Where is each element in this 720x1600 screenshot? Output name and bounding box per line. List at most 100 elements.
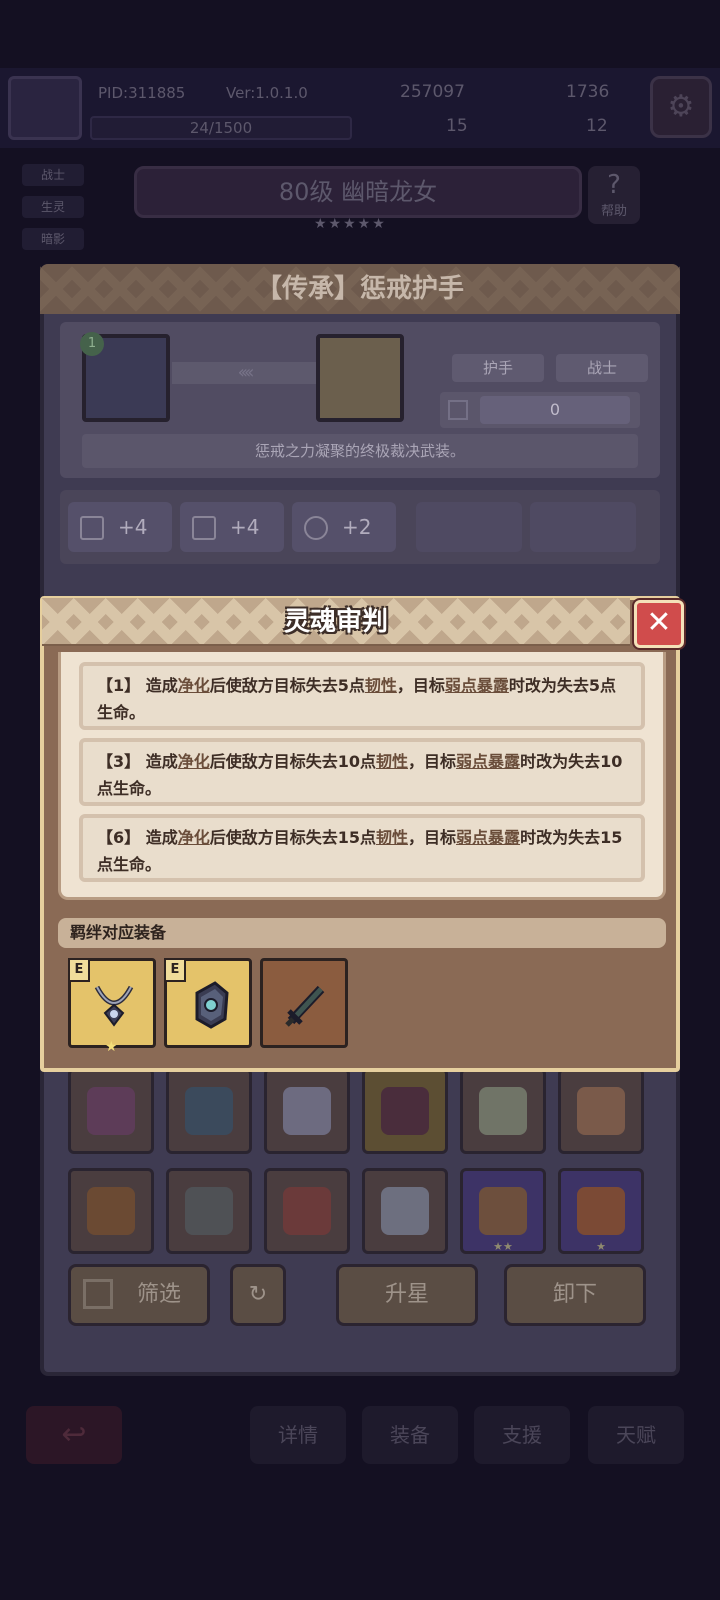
grid-icon bbox=[83, 1279, 113, 1309]
settings-gear-icon[interactable]: ⚙ bbox=[650, 76, 712, 138]
gauntlet-icon bbox=[87, 1087, 135, 1135]
player-avatar[interactable] bbox=[8, 76, 82, 140]
filter-button[interactable]: 筛选 bbox=[68, 1264, 210, 1326]
class-tag: 战士 bbox=[556, 354, 648, 382]
gauntlet-icon bbox=[479, 1187, 527, 1235]
box-icon bbox=[448, 400, 468, 420]
keyword-weakness[interactable]: 弱点暴露 bbox=[456, 828, 520, 847]
equipped-badge: E bbox=[68, 958, 90, 982]
keyword-toughness[interactable]: 韧性 bbox=[376, 752, 408, 771]
stat-book: +4 bbox=[180, 502, 284, 552]
panel-title: 【传承】惩戒护手 bbox=[255, 274, 464, 304]
keyword-purify[interactable]: 净化 bbox=[178, 676, 210, 695]
gauntlet-icon bbox=[381, 1087, 429, 1135]
item-star: ★ bbox=[105, 1039, 118, 1055]
gauntlet-icon bbox=[185, 1187, 233, 1235]
equipment-description: 惩戒之力凝聚的终极裁决武装。 bbox=[82, 434, 638, 468]
skill-text: 后使敌方目标失去15点 bbox=[209, 828, 377, 847]
exp-bar: 24/1500 bbox=[90, 116, 352, 140]
stat-empty-slot bbox=[416, 502, 522, 552]
nav-tab-details[interactable]: 详情 bbox=[250, 1406, 346, 1464]
currency-potion: 12 bbox=[586, 116, 608, 136]
side-tab-living[interactable]: 生灵 bbox=[22, 196, 84, 218]
version-label: Ver:1.0.1.0 bbox=[226, 84, 308, 102]
stat-value: +4 bbox=[118, 515, 148, 539]
skill-entry-1: 【1】 造成净化后使敌方目标失去5点韧性，目标弱点暴露时改为失去5点生命。 bbox=[79, 662, 645, 730]
unequip-label: 卸下 bbox=[552, 1282, 597, 1307]
gauntlet-icon bbox=[87, 1187, 135, 1235]
shield-icon bbox=[80, 516, 104, 540]
gear-slot-item[interactable] bbox=[558, 1068, 644, 1154]
gear-slot-item[interactable] bbox=[460, 1068, 546, 1154]
skill-text: 【6】 造成 bbox=[97, 828, 178, 847]
popup-header: 灵魂审判 bbox=[42, 598, 630, 646]
hero-title-banner: 80级 幽暗龙女 bbox=[134, 166, 582, 218]
gauntlet-icon bbox=[185, 1087, 233, 1135]
bond-item-gauntlet[interactable]: E bbox=[164, 958, 252, 1048]
skill-text: ，目标 bbox=[396, 676, 445, 695]
keyword-toughness[interactable]: 韧性 bbox=[376, 828, 408, 847]
stat-value: +2 bbox=[342, 515, 372, 539]
count-value: 0 bbox=[480, 396, 630, 424]
side-tab-shadow[interactable]: 暗影 bbox=[22, 228, 84, 250]
skill-list: 【1】 造成净化后使敌方目标失去5点韧性，目标弱点暴露时改为失去5点生命。 【3… bbox=[58, 652, 666, 900]
gear-slot-item[interactable] bbox=[264, 1168, 350, 1254]
stat-shield: +4 bbox=[68, 502, 172, 552]
nav-tab-equipment[interactable]: 装备 bbox=[362, 1406, 458, 1464]
keyword-weakness[interactable]: 弱点暴露 bbox=[456, 752, 520, 771]
hero-level-badge: 1 bbox=[80, 332, 104, 356]
refresh-icon: ↻ bbox=[248, 1282, 268, 1307]
gauntlet-icon bbox=[381, 1187, 429, 1235]
question-icon: ? bbox=[607, 170, 621, 200]
stat-heart: +2 bbox=[292, 502, 396, 552]
back-arrow-icon[interactable]: ↩ bbox=[26, 1406, 122, 1464]
help-button[interactable]: ? 帮助 bbox=[588, 166, 640, 224]
skill-text: 后使敌方目标失去5点 bbox=[209, 676, 365, 695]
bond-equipment-label: 羁绊对应装备 bbox=[58, 918, 666, 948]
gauntlet-icon bbox=[195, 981, 229, 1029]
gear-slot-item[interactable] bbox=[362, 1068, 448, 1154]
gear-slot-item[interactable] bbox=[166, 1068, 252, 1154]
equipped-badge: E bbox=[164, 958, 186, 982]
keyword-purify[interactable]: 净化 bbox=[178, 828, 210, 847]
refresh-button[interactable]: ↻ bbox=[230, 1264, 286, 1326]
skill-text: 后使敌方目标失去10点 bbox=[209, 752, 377, 771]
count-box: 0 bbox=[440, 392, 640, 428]
gear-slot-item[interactable]: ★★ bbox=[460, 1168, 546, 1254]
currency-gold: 257097 bbox=[400, 82, 465, 102]
equipment-icon bbox=[316, 334, 404, 422]
bond-item-necklace[interactable]: E ★ bbox=[68, 958, 156, 1055]
unequip-button[interactable]: 卸下 bbox=[504, 1264, 646, 1326]
currency-clover: 15 bbox=[446, 116, 468, 136]
stat-row: +4 +4 +2 bbox=[60, 490, 660, 564]
item-stars: ★ bbox=[596, 1240, 606, 1253]
keyword-weakness[interactable]: 弱点暴露 bbox=[445, 676, 509, 695]
close-icon[interactable]: ✕ bbox=[634, 600, 684, 648]
keyword-toughness[interactable]: 韧性 bbox=[365, 676, 397, 695]
side-tab-warrior[interactable]: 战士 bbox=[22, 164, 84, 186]
top-status-bar: PID:311885 Ver:1.0.1.0 257097 1736 24/15… bbox=[0, 68, 720, 148]
skill-text: ，目标 bbox=[408, 828, 457, 847]
bond-item-sword[interactable] bbox=[260, 958, 348, 1048]
hero-portrait[interactable]: 1 bbox=[80, 332, 170, 422]
help-label: 帮助 bbox=[600, 204, 627, 219]
equipment-info-card: 1 ‹‹‹‹ 护手 战士 0 惩戒之力凝聚的终极裁决武装。 bbox=[60, 322, 660, 478]
gear-slot-item[interactable] bbox=[68, 1068, 154, 1154]
gauntlet-icon bbox=[479, 1087, 527, 1135]
skill-entry-6: 【6】 造成净化后使敌方目标失去15点韧性，目标弱点暴露时改为失去15点生命。 bbox=[79, 814, 645, 882]
gear-slot-item[interactable] bbox=[166, 1168, 252, 1254]
skill-text: 【3】 造成 bbox=[97, 752, 178, 771]
keyword-purify[interactable]: 净化 bbox=[178, 752, 210, 771]
gear-slot-item[interactable] bbox=[68, 1168, 154, 1254]
currency-gem: 1736 bbox=[566, 82, 610, 102]
book-icon bbox=[192, 516, 216, 540]
gear-slot-item[interactable] bbox=[362, 1168, 448, 1254]
gauntlet-icon bbox=[283, 1187, 331, 1235]
nav-tab-support[interactable]: 支援 bbox=[474, 1406, 570, 1464]
gear-slot-item[interactable] bbox=[264, 1068, 350, 1154]
heart-icon bbox=[304, 516, 328, 540]
star-up-button[interactable]: 升星 bbox=[336, 1264, 478, 1326]
gear-slot-item[interactable]: ★ bbox=[558, 1168, 644, 1254]
gauntlet-icon bbox=[283, 1087, 331, 1135]
nav-tab-talent[interactable]: 天赋 bbox=[588, 1406, 684, 1464]
